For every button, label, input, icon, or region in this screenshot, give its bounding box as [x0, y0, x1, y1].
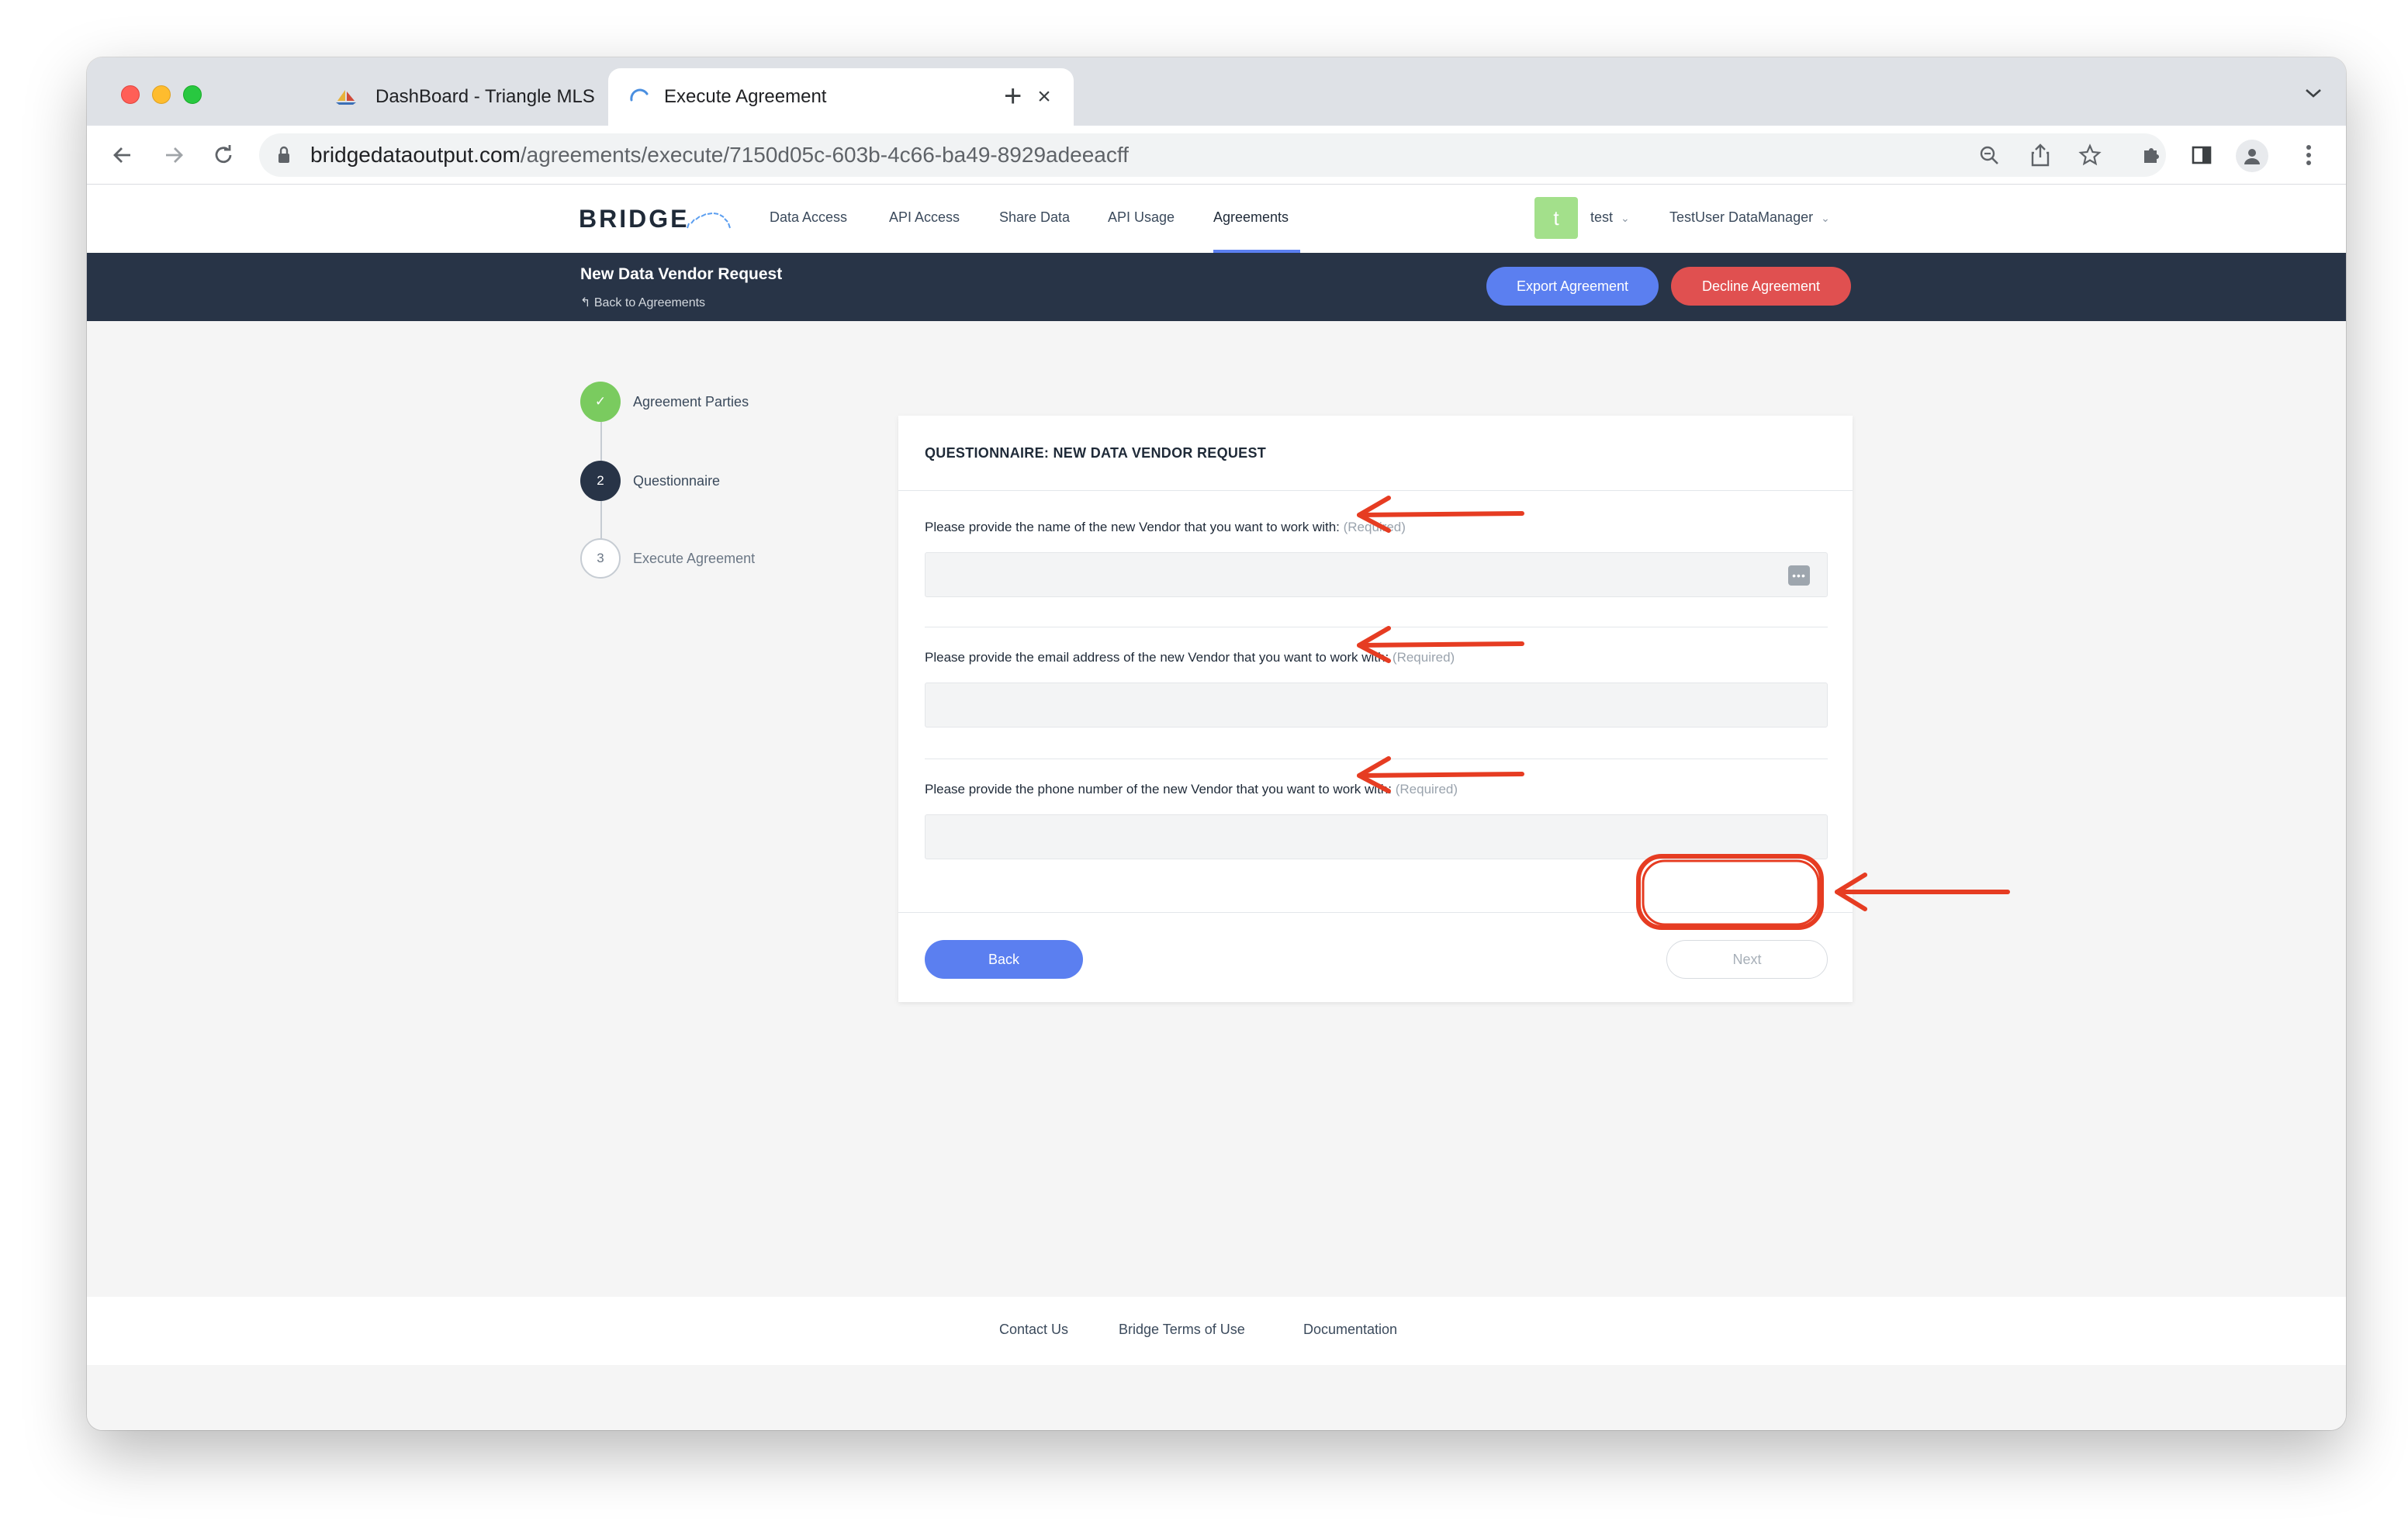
step-connector — [600, 501, 602, 540]
back-link-label: Back to Agreements — [593, 296, 706, 309]
org-menu[interactable]: TestUser DataManager ⌄ — [1669, 209, 1830, 226]
card-title: QUESTIONNAIRE: NEW DATA VENDOR REQUEST — [925, 445, 1267, 461]
question-text: Please provide the phone number of the n… — [925, 782, 1392, 797]
vendor-name-input[interactable]: ••• — [925, 552, 1828, 597]
step-number: 3 — [580, 538, 621, 579]
question-label-name: Please provide the name of the new Vendo… — [925, 520, 1406, 535]
agreement-subheader: New Data Vendor Request ↰ Back to Agreem… — [87, 253, 2346, 321]
decline-agreement-button[interactable]: Decline Agreement — [1671, 267, 1851, 306]
next-button[interactable]: Next — [1666, 940, 1828, 979]
page-title: New Data Vendor Request — [580, 265, 783, 283]
back-arrow-icon: ↰ — [580, 296, 594, 309]
step-label: Questionnaire — [633, 472, 721, 489]
vendor-email-input[interactable] — [925, 683, 1828, 727]
step-connector — [600, 422, 602, 461]
step-label: Execute Agreement — [633, 550, 756, 566]
back-button[interactable]: Back — [925, 940, 1083, 979]
minimize-window-button[interactable] — [152, 85, 171, 104]
toolbar: bridgedataoutput.com/agreements/execute/… — [87, 126, 2346, 185]
step-number: 2 — [580, 461, 621, 501]
step-execute-agreement[interactable]: 3 Execute Agreement — [580, 538, 755, 579]
extensions-puzzle-icon[interactable] — [2136, 140, 2168, 171]
site-header: BRIDGE Data Access API Access Share Data… — [87, 185, 2346, 253]
footer-documentation[interactable]: Documentation — [1303, 1322, 1397, 1338]
zoom-window-button[interactable] — [183, 85, 202, 104]
back-to-agreements-link[interactable]: ↰ Back to Agreements — [580, 295, 705, 310]
profile-avatar-icon[interactable] — [2236, 140, 2268, 172]
question-label-email: Please provide the email address of the … — [925, 650, 1455, 665]
org-name: TestUser DataManager — [1669, 209, 1814, 225]
forward-arrow-icon[interactable] — [158, 140, 189, 171]
questionnaire-card: QUESTIONNAIRE: NEW DATA VENDOR REQUEST P… — [898, 416, 1853, 1002]
bridge-logo-arc-icon — [687, 213, 731, 229]
back-arrow-icon[interactable] — [107, 140, 138, 171]
nav-agreements[interactable]: Agreements — [1213, 209, 1289, 226]
sailboat-favicon-icon — [334, 85, 358, 109]
tab-title: DashBoard - Triangle MLS — [375, 86, 595, 107]
vendor-phone-input[interactable] — [925, 814, 1828, 859]
url-path: /agreements/execute/7150d05c-603b-4c66-b… — [520, 143, 1129, 167]
address-bar[interactable]: bridgedataoutput.com/agreements/execute/… — [259, 133, 2166, 177]
required-tag: (Required) — [1392, 650, 1455, 665]
url-host: bridgedataoutput.com — [310, 143, 521, 167]
new-tab-icon[interactable]: + — [1004, 81, 1022, 112]
check-icon: ✓ — [580, 382, 621, 422]
nav-data-access[interactable]: Data Access — [770, 209, 847, 226]
divider — [898, 490, 1853, 491]
lock-icon[interactable] — [278, 146, 290, 164]
tab-search-chevron-icon[interactable] — [2304, 84, 2323, 104]
tab-title: Execute Agreement — [664, 86, 827, 107]
footer-contact-us[interactable]: Contact Us — [999, 1322, 1068, 1338]
close-tab-icon[interactable]: × — [1032, 84, 1057, 110]
question-text: Please provide the name of the new Vendo… — [925, 520, 1340, 534]
tab-strip: DashBoard - Triangle MLS × Execute Agree… — [87, 57, 2346, 126]
loading-spinner-icon — [627, 85, 652, 109]
chevron-down-icon: ⌄ — [1621, 212, 1630, 224]
footer-terms-of-use[interactable]: Bridge Terms of Use — [1119, 1322, 1245, 1338]
step-label: Agreement Parties — [633, 393, 749, 410]
side-panel-icon[interactable] — [2186, 140, 2217, 171]
export-agreement-button[interactable]: Export Agreement — [1486, 267, 1659, 306]
page-content: BRIDGE Data Access API Access Share Data… — [87, 185, 2346, 1430]
url-text: bridgedataoutput.com/agreements/execute/… — [310, 143, 1129, 168]
bridge-logo[interactable]: BRIDGE — [579, 205, 689, 233]
site-footer: Contact Us Bridge Terms of Use Documenta… — [87, 1297, 2346, 1365]
user-name: test — [1590, 209, 1614, 225]
required-tag: (Required) — [1343, 520, 1406, 534]
bookmark-star-icon[interactable] — [2078, 143, 2102, 168]
required-tag: (Required) — [1395, 782, 1458, 797]
dots-autofill-icon[interactable]: ••• — [1788, 565, 1810, 586]
nav-share-data[interactable]: Share Data — [999, 209, 1070, 226]
divider — [898, 912, 1853, 913]
share-icon[interactable] — [2028, 143, 2053, 168]
zoom-icon[interactable] — [1977, 143, 2001, 168]
user-avatar[interactable]: t — [1534, 197, 1578, 239]
chevron-down-icon: ⌄ — [1821, 212, 1830, 224]
browser-menu-kebab-icon[interactable] — [2293, 140, 2324, 171]
user-menu[interactable]: test ⌄ — [1590, 209, 1630, 226]
question-label-phone: Please provide the phone number of the n… — [925, 782, 1458, 797]
nav-api-usage[interactable]: API Usage — [1108, 209, 1175, 226]
step-questionnaire[interactable]: 2 Questionnaire — [580, 461, 720, 501]
close-window-button[interactable] — [121, 85, 140, 104]
question-text: Please provide the email address of the … — [925, 650, 1389, 665]
nav-api-access[interactable]: API Access — [889, 209, 960, 226]
step-agreement-parties[interactable]: ✓ Agreement Parties — [580, 382, 749, 422]
reload-icon[interactable] — [208, 140, 239, 171]
browser-window: DashBoard - Triangle MLS × Execute Agree… — [87, 57, 2346, 1430]
